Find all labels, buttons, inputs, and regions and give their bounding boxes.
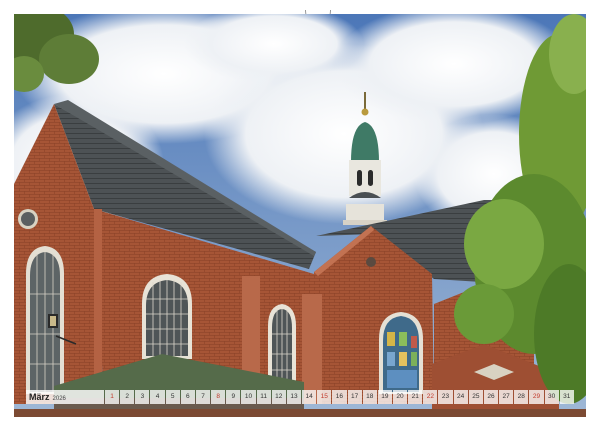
calendar-day: 22 xyxy=(423,390,438,404)
calendar-day: 11 xyxy=(256,390,271,404)
calendar-day: 2 xyxy=(120,390,135,404)
calendar-day: 16 xyxy=(332,390,347,404)
month-label: März 2026 xyxy=(26,390,104,404)
calendar-day: 31 xyxy=(559,390,574,404)
calendar-day: 10 xyxy=(241,390,256,404)
calendar-day: 8 xyxy=(211,390,226,404)
calendar-day: 6 xyxy=(180,390,195,404)
calendar-day: 26 xyxy=(483,390,499,404)
calendar-day: 25 xyxy=(468,390,483,404)
calendar-day: 1 xyxy=(105,390,120,404)
calendar-day: 24 xyxy=(453,390,468,404)
calendar-day: 30 xyxy=(544,390,559,404)
calendar-day: 21 xyxy=(408,390,423,404)
calendar-day: 7 xyxy=(195,390,211,404)
calendar-strip: März 2026 1 2 3 4 5 6 7 8 9 10 11 12 13 14 15 16 17 18 19 2… xyxy=(26,390,574,404)
church-photo xyxy=(14,14,586,417)
day-list: 1 2 3 4 5 6 7 8 9 10 11 12 13 14 15 16 17 18 19 20 21 22 23 24 2… xyxy=(104,390,574,404)
month-year: 2026 xyxy=(52,396,66,402)
calendar-day: 23 xyxy=(438,390,453,404)
calendar-day: 4 xyxy=(150,390,165,404)
calendar-day: 17 xyxy=(347,390,362,404)
church-photo-image xyxy=(14,14,586,417)
month-name: März xyxy=(29,392,50,402)
calendar-day: 5 xyxy=(165,390,180,404)
calendar-day: 15 xyxy=(317,390,332,404)
calendar-day: 13 xyxy=(286,390,302,404)
calendar-day: 14 xyxy=(302,390,317,404)
calendar-day: 27 xyxy=(499,390,514,404)
calendar-day: 20 xyxy=(392,390,408,404)
calendar-day: 29 xyxy=(529,390,544,404)
calendar-day: 19 xyxy=(377,390,392,404)
calendar-page: März 2026 1 2 3 4 5 6 7 8 9 10 11 12 13 14 15 16 17 18 19 2… xyxy=(0,0,600,432)
calendar-day: 3 xyxy=(135,390,150,404)
calendar-day: 9 xyxy=(226,390,241,404)
calendar-day: 18 xyxy=(362,390,377,404)
calendar-day: 28 xyxy=(514,390,529,404)
calendar-day: 12 xyxy=(271,390,286,404)
